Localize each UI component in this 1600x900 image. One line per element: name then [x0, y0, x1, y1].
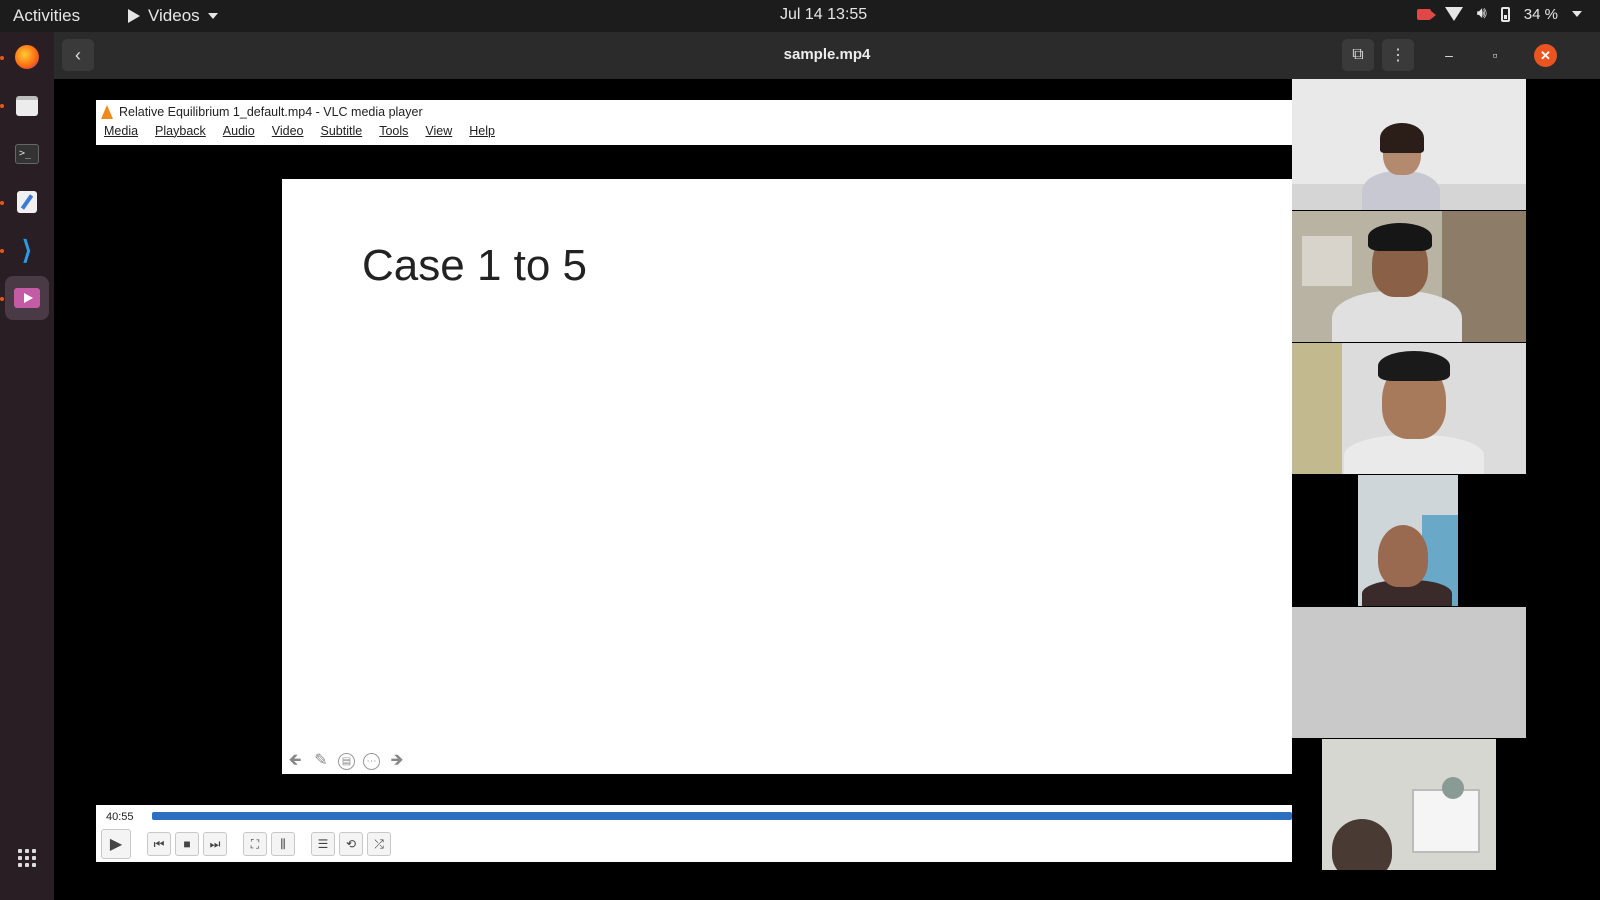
slides-overview-icon: ▤ [338, 752, 355, 770]
seek-bar-fill [152, 812, 1292, 820]
participant-tile [1292, 739, 1526, 870]
chevron-down-icon [207, 13, 218, 19]
running-indicator [0, 56, 4, 60]
fullscreen-icon: ⛶ [243, 832, 267, 856]
vlc-window-title: Relative Equilibrium 1_default.mp4 - VLC… [119, 105, 423, 119]
equalizer-icon: ⫼ [271, 832, 295, 856]
dock-files[interactable] [5, 84, 49, 128]
top-bar: Activities Videos Jul 14 13:55 🔊︎ 34 % [0, 0, 1600, 32]
vlc-menu-video: Video [271, 124, 304, 138]
play-icon [128, 9, 140, 23]
activities-button[interactable]: Activities [13, 6, 80, 26]
dock-terminal[interactable]: >_ [5, 132, 49, 176]
vlc-menu-media: Media [104, 124, 139, 138]
camera-in-use-icon [1416, 8, 1436, 20]
vlc-controls: 40:55 ▶ ⏮ ■ ⏭ ⛶ ⫼ ☰ ⟲ ⤮ [96, 805, 1292, 862]
participant-tile [1292, 79, 1526, 210]
shuffle-icon: ⤮ [367, 832, 391, 856]
clock[interactable]: Jul 14 13:55 [780, 6, 867, 24]
wifi-icon [1444, 7, 1463, 21]
running-indicator [0, 104, 4, 108]
app-menu[interactable]: Videos [128, 6, 218, 26]
terminal-icon: >_ [15, 144, 39, 164]
battery-icon [1500, 6, 1510, 22]
minimize-button[interactable]: – [1438, 44, 1460, 66]
more-options-icon: ⋯ [363, 752, 380, 770]
volume-icon: 🔊︎ [1476, 5, 1487, 22]
close-button[interactable]: ✕ [1534, 44, 1557, 67]
seek-bar [152, 812, 1292, 820]
picture-in-picture-button[interactable]: ⧉ [1342, 39, 1374, 71]
video-frame[interactable]: Relative Equilibrium 1_default.mp4 - VLC… [54, 79, 1600, 900]
participant-tile [1292, 607, 1526, 738]
menu-button[interactable]: ⋮ [1382, 39, 1414, 71]
stop-icon: ■ [175, 832, 199, 856]
participant-tile [1292, 343, 1526, 474]
vscode-icon: ⟩ [21, 235, 33, 265]
running-indicator [0, 201, 4, 205]
vlc-menu-subtitle: Subtitle [320, 124, 363, 138]
vlc-cone-icon [101, 105, 113, 119]
elapsed-time: 40:55 [106, 811, 134, 823]
dock-vscode[interactable]: ⟩ [5, 228, 49, 272]
text-editor-icon [17, 191, 37, 213]
system-tray[interactable]: 🔊︎ 34 % [1416, 5, 1582, 23]
pen-icon: ✎ [314, 752, 328, 769]
next-slide-icon: 🡺 [390, 752, 404, 769]
play-icon: ▶ [101, 829, 131, 859]
chevron-down-icon [1572, 11, 1582, 17]
restore-button[interactable]: ▫ [1484, 44, 1506, 66]
videos-icon [14, 288, 40, 308]
vlc-menu-audio: Audio [222, 124, 255, 138]
vlc-menubar: Media Playback Audio Video Subtitle Tool… [96, 124, 1292, 145]
pip-icon: ⧉ [1352, 46, 1364, 63]
loop-icon: ⟲ [339, 832, 363, 856]
app-grid-icon [18, 849, 36, 867]
player-headerbar: ‹ sample.mp4 ⧉ ⋮ – ▫ ✕ [54, 32, 1600, 79]
battery-percent: 34 % [1523, 5, 1558, 23]
running-indicator [0, 249, 4, 253]
dock-text-editor[interactable] [5, 180, 49, 224]
close-icon: ✕ [1540, 47, 1551, 63]
dock-videos[interactable] [5, 276, 49, 320]
minimize-icon: – [1445, 47, 1453, 63]
playlist-icon: ☰ [311, 832, 335, 856]
slide-toolbar: 🡸 ✎ ▤ ⋯ 🡺 [286, 752, 406, 770]
vlc-control-row: ▶ ⏮ ■ ⏭ ⛶ ⫼ ☰ ⟲ ⤮ [101, 829, 391, 859]
dock: >_ ⟩ [0, 32, 54, 900]
previous-icon: ⏮ [147, 832, 171, 856]
running-indicator [0, 297, 4, 301]
dock-firefox[interactable] [5, 35, 49, 79]
firefox-icon [15, 45, 39, 69]
presentation-slide: Case 1 to 5 🡸 ✎ ▤ ⋯ 🡺 [282, 179, 1292, 774]
vlc-titlebar: Relative Equilibrium 1_default.mp4 - VLC… [96, 100, 1292, 124]
vlc-menu-view: View [425, 124, 453, 138]
next-icon: ⏭ [203, 832, 227, 856]
participant-tile [1292, 475, 1526, 606]
vlc-menu-help: Help [469, 124, 495, 138]
app-menu-label: Videos [148, 6, 200, 25]
kebab-menu-icon: ⋮ [1390, 47, 1406, 64]
vlc-menu-tools: Tools [379, 124, 409, 138]
restore-icon: ▫ [1492, 47, 1498, 63]
files-icon [16, 96, 38, 116]
previous-slide-icon: 🡸 [288, 752, 302, 769]
slide-title: Case 1 to 5 [362, 241, 588, 290]
dock-show-apps[interactable] [5, 836, 49, 880]
vlc-menu-playback: Playback [155, 124, 206, 138]
participant-tile [1292, 211, 1526, 342]
